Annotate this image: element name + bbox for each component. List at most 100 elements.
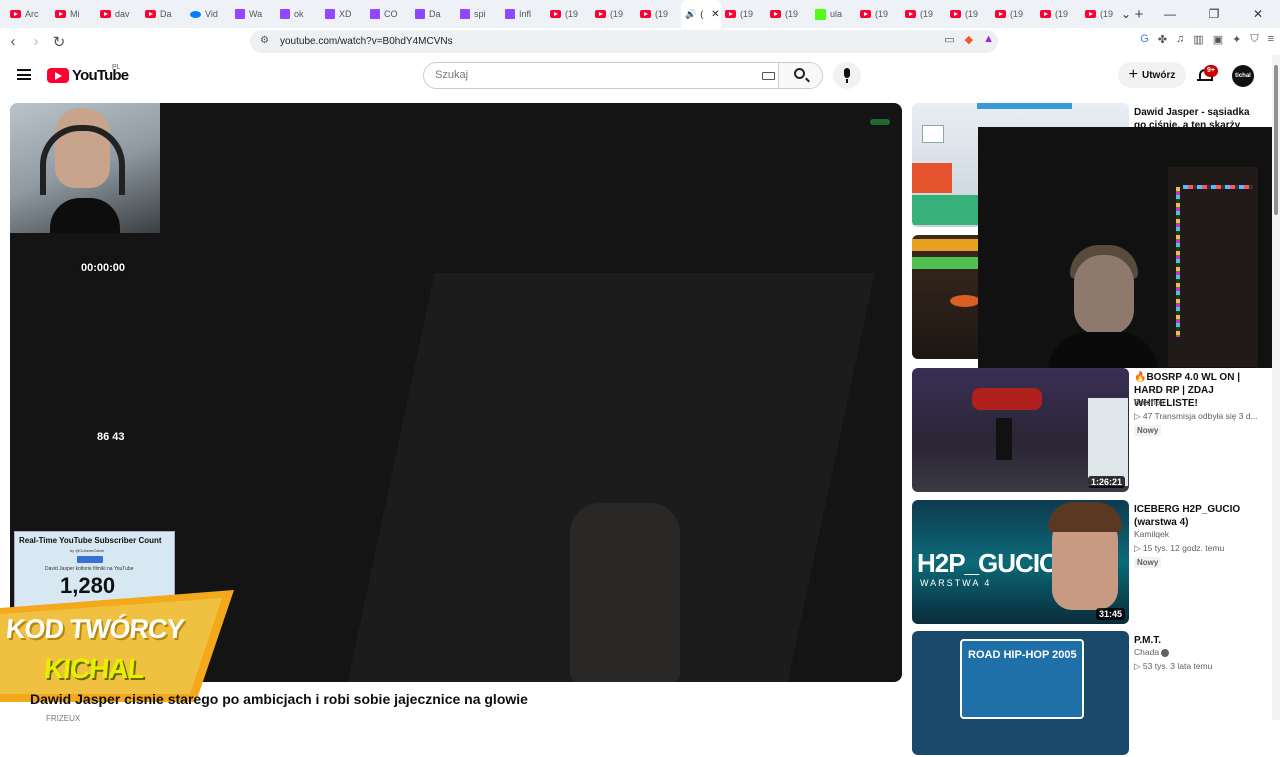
forward-icon[interactable]: › xyxy=(26,33,46,50)
browser-tab[interactable]: CO xyxy=(366,0,411,28)
youtube-header: YouTube PL + Utwórz 9+ tichal xyxy=(0,55,1280,99)
browser-tab[interactable]: (19 xyxy=(946,0,991,28)
music-icon[interactable]: ♫ xyxy=(1176,33,1184,46)
thumb-detail xyxy=(1088,398,1128,486)
menu-hamburger-icon[interactable] xyxy=(17,69,31,80)
menu-icon[interactable]: ≡ xyxy=(1268,33,1274,46)
browser-tab[interactable]: dav xyxy=(96,0,141,28)
back-icon[interactable]: ‹ xyxy=(3,33,23,50)
twitch-icon xyxy=(280,9,290,19)
search-button[interactable] xyxy=(778,63,822,88)
thumb-text: WARSTWA 4 xyxy=(920,578,992,588)
creator-code-banner: KOD TWÓRCY KICHAL xyxy=(0,590,234,702)
minimize-icon[interactable]: — xyxy=(1148,7,1192,21)
browser-tab[interactable]: Wa xyxy=(231,0,276,28)
browser-tab[interactable]: Da xyxy=(141,0,186,28)
browser-tab[interactable]: Arc xyxy=(6,0,51,28)
avatar[interactable]: tichal xyxy=(1232,65,1254,87)
close-window-icon[interactable]: ✕ xyxy=(1236,7,1280,21)
browser-tab[interactable]: (19 xyxy=(546,0,591,28)
browser-tab[interactable]: spi xyxy=(456,0,501,28)
youtube-logo[interactable]: YouTube PL xyxy=(47,64,129,84)
browser-tab[interactable]: (19 xyxy=(636,0,681,28)
person-face xyxy=(1074,255,1134,335)
browser-tab[interactable]: Mi xyxy=(51,0,96,28)
new-badge: Nowy xyxy=(1134,557,1162,568)
verified-icon xyxy=(1161,648,1170,657)
thumb-detail xyxy=(977,103,1072,109)
youtube-icon xyxy=(550,10,561,18)
keyboard-icon[interactable] xyxy=(762,72,775,80)
thumb-detail xyxy=(912,257,982,269)
youtube-icon xyxy=(725,10,736,18)
voice-search-button[interactable] xyxy=(833,62,861,89)
browser-tab[interactable]: Da xyxy=(411,0,456,28)
twitch-icon xyxy=(325,9,335,19)
search-icon xyxy=(794,68,805,79)
tab-list-icon[interactable]: ⌄ xyxy=(1104,7,1148,21)
thumb-detail xyxy=(1048,502,1122,532)
create-button[interactable]: + Utwórz xyxy=(1118,62,1186,88)
search-box xyxy=(423,62,823,89)
close-tab-icon[interactable]: ✕ xyxy=(711,9,719,20)
thumb-detail xyxy=(996,418,1012,460)
reload-icon[interactable]: ↻ xyxy=(49,33,69,51)
thumb-detail xyxy=(922,125,944,143)
cast-icon[interactable]: ▭ xyxy=(944,33,954,46)
twitch-icon xyxy=(505,9,515,19)
search-input[interactable] xyxy=(435,69,735,81)
browser-tab[interactable]: (19 xyxy=(856,0,901,28)
restore-icon[interactable]: ❐ xyxy=(1192,7,1236,21)
window-controls: ⌄ — ❐ ✕ xyxy=(1104,0,1280,28)
recommendation-item[interactable]: ROAD HIP-HOP 2005 P.M.T. Chada ▷ 53 tys.… xyxy=(912,631,1272,757)
sidebar-icon[interactable]: ▥ xyxy=(1193,33,1203,46)
recommendation-channel[interactable]: Kamilqek xyxy=(1134,529,1169,539)
brave-shield-icon[interactable]: ◆ xyxy=(965,33,973,46)
youtube-icon xyxy=(1085,10,1096,18)
browser-tab-active[interactable]: 🔊(✕ xyxy=(681,0,721,28)
recommendation-item[interactable]: 1:26:21 🔥BOSRP 4.0 WL ON | HARD RP | ZDA… xyxy=(912,368,1272,494)
url-bar[interactable]: ⚙ youtube.com/watch?v=B0hdY4MCVNs ▭ ◆ ▲ xyxy=(250,30,998,53)
leo-icon[interactable]: ✦ xyxy=(1232,33,1241,46)
thumb-detail xyxy=(972,388,1042,410)
banner-line-2: KICHAL xyxy=(42,653,146,684)
video-thumbnail[interactable]: H2P_GUCIO WARSTWA 4 31:45 xyxy=(912,500,1129,624)
browser-tab[interactable]: (19 xyxy=(591,0,636,28)
recommendation-channel[interactable]: Bosmak xyxy=(1134,397,1165,407)
video-scene-figure xyxy=(570,503,680,682)
browser-tab[interactable]: (19 xyxy=(901,0,946,28)
channel-name[interactable]: FRIZEUX xyxy=(46,714,80,723)
twitch-icon xyxy=(370,9,380,19)
browser-tab[interactable]: Vid xyxy=(186,0,231,28)
browser-tab[interactable]: (19 xyxy=(1036,0,1081,28)
youtube-icon xyxy=(640,10,651,18)
browser-tab[interactable]: XD xyxy=(321,0,366,28)
browser-tab[interactable]: (19 xyxy=(721,0,766,28)
recommendation-title[interactable]: P.M.T. xyxy=(1134,634,1264,647)
recommendation-channel[interactable]: Chada xyxy=(1134,647,1170,657)
thumb-detail xyxy=(912,239,982,251)
extensions-area: G ✤ ♫ ▥ ▣ ✦ ⛉ ≡ xyxy=(1140,33,1274,46)
scrollbar-thumb[interactable] xyxy=(1274,65,1278,215)
subscribe-badge xyxy=(77,556,103,563)
twitch-icon xyxy=(235,9,245,19)
browser-tab[interactable]: ula xyxy=(811,0,856,28)
browser-tab[interactable]: (19 xyxy=(991,0,1036,28)
recommendation-title[interactable]: ICEBERG H2P_GUCIO (warstwa 4) xyxy=(1134,503,1264,529)
video-thumbnail[interactable]: 1:26:21 xyxy=(912,368,1129,492)
recommendation-item[interactable]: H2P_GUCIO WARSTWA 4 31:45 ICEBERG H2P_GU… xyxy=(912,500,1272,626)
thumb-detail xyxy=(950,295,980,307)
rewards-icon[interactable]: ▲ xyxy=(983,33,994,46)
video-thumbnail[interactable]: ROAD HIP-HOP 2005 xyxy=(912,631,1129,755)
shelf xyxy=(1168,167,1258,367)
extensions-icon[interactable]: ✤ xyxy=(1158,33,1167,46)
omnibox-actions: ▭ ◆ ▲ xyxy=(944,33,994,46)
wallet-icon[interactable]: ▣ xyxy=(1213,33,1223,46)
site-info-icon[interactable]: ⚙ xyxy=(260,35,269,46)
browser-tab[interactable]: Infl xyxy=(501,0,546,28)
vpn-icon[interactable]: ⛉ xyxy=(1250,33,1258,46)
browser-tab[interactable]: (19 xyxy=(766,0,811,28)
browser-tab[interactable]: ok xyxy=(276,0,321,28)
page-scrollbar[interactable] xyxy=(1272,55,1280,720)
translate-icon[interactable]: G xyxy=(1140,33,1149,46)
